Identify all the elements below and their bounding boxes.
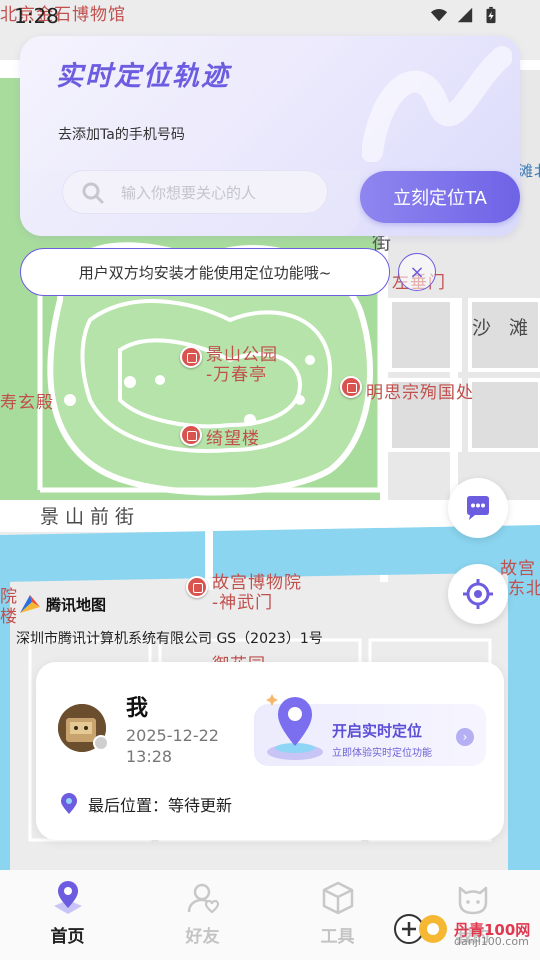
- status-bar: 1:28: [0, 0, 540, 34]
- tab-tools-label: 工具: [320, 927, 355, 947]
- watermark-logo-icon: [394, 914, 447, 944]
- tab-friends-label: 好友: [185, 927, 220, 947]
- chat-bubble-icon: [467, 496, 489, 520]
- tencent-map-logo-text: 腾讯地图: [46, 595, 107, 614]
- add-phone-link[interactable]: 去添加Ta的手机号码: [58, 124, 185, 144]
- poi-icon[interactable]: [180, 346, 202, 368]
- message-button[interactable]: [448, 478, 508, 538]
- map-label-qiwang: 绮望楼: [206, 429, 260, 449]
- last-position: 最后位置：等待更新: [60, 792, 232, 816]
- battery-icon: [486, 6, 496, 24]
- my-location-button[interactable]: [448, 564, 508, 624]
- tab-home-label: 首页: [50, 927, 85, 947]
- promo-subtitle: 立即体验实时定位功能: [332, 748, 432, 759]
- close-tip-button[interactable]: ×: [398, 253, 436, 291]
- cat-face-icon: [458, 886, 487, 915]
- wifi-icon: [430, 9, 448, 22]
- signal-icon: [457, 7, 473, 23]
- site-watermark: 丹青100网 danji100.com: [392, 912, 530, 948]
- map-label-jingshan-qianjie: 景山前街: [40, 506, 141, 528]
- map-label-shenwu: -神武门: [212, 593, 274, 613]
- enable-realtime-location-banner[interactable]: 开启实时定位 立即体验实时定位功能 ›: [254, 694, 486, 766]
- location-3d-icon: [266, 694, 323, 760]
- map-label-wanchun: -万春亭: [206, 365, 268, 385]
- map-label-xuanxuan: 寿玄殿: [0, 393, 54, 413]
- location-pin-icon: [53, 881, 82, 914]
- chevron-right-icon: ›: [456, 728, 474, 746]
- close-icon: ×: [409, 261, 425, 283]
- online-status-dot: [93, 735, 109, 751]
- user-date: 2025-12-22: [126, 726, 219, 745]
- friend-icon: [187, 883, 219, 914]
- search-icon: [82, 182, 104, 204]
- status-time: 1:28: [14, 4, 59, 28]
- search-input[interactable]: [121, 171, 321, 215]
- search-field[interactable]: [62, 170, 328, 215]
- page-title: 实时定位轨迹: [56, 61, 230, 92]
- user-timestamp: 2025-12-22 13:28: [126, 725, 236, 767]
- promo-title: 开启实时定位: [332, 722, 423, 740]
- poi-icon[interactable]: [340, 376, 362, 398]
- user-time: 13:28: [126, 747, 173, 766]
- status-icons: [430, 6, 500, 24]
- tencent-map-logo: 腾讯地图: [18, 593, 106, 615]
- user-name: 我: [126, 696, 149, 721]
- locate-now-button[interactable]: 立刻定位TA: [360, 171, 520, 223]
- map-copyright: 深圳市腾讯计算机系统有限公司 GS（2023）1号: [16, 631, 323, 647]
- decorative-swirl-icon: [362, 46, 512, 162]
- tab-friends[interactable]: 好友: [135, 870, 270, 960]
- tab-tools[interactable]: 工具: [270, 870, 405, 960]
- tab-home[interactable]: 首页: [0, 870, 135, 960]
- box-icon: [322, 881, 353, 915]
- poi-icon[interactable]: [180, 424, 202, 446]
- install-tip: 用户双方均安装才能使用定位功能哦~: [20, 248, 390, 296]
- map-label-lou: 楼: [0, 607, 18, 627]
- map-label-dongbei: 东北: [508, 579, 540, 599]
- map-label-shatan: 沙 滩 后: [472, 317, 540, 339]
- crosshair-icon: [463, 579, 493, 609]
- poi-icon[interactable]: [186, 576, 208, 598]
- map-label-mingsi: 明思宗殉国处: [366, 383, 474, 403]
- last-position-text: 最后位置：等待更新: [88, 796, 233, 815]
- location-pin-icon: [61, 793, 77, 814]
- watermark-site: danji100.com: [454, 935, 529, 948]
- tencent-map-logo-icon: [20, 595, 40, 613]
- user-card[interactable]: 我 2025-12-22 13:28 开启实时定位 立即体验实时定位功能 › 最…: [36, 662, 504, 840]
